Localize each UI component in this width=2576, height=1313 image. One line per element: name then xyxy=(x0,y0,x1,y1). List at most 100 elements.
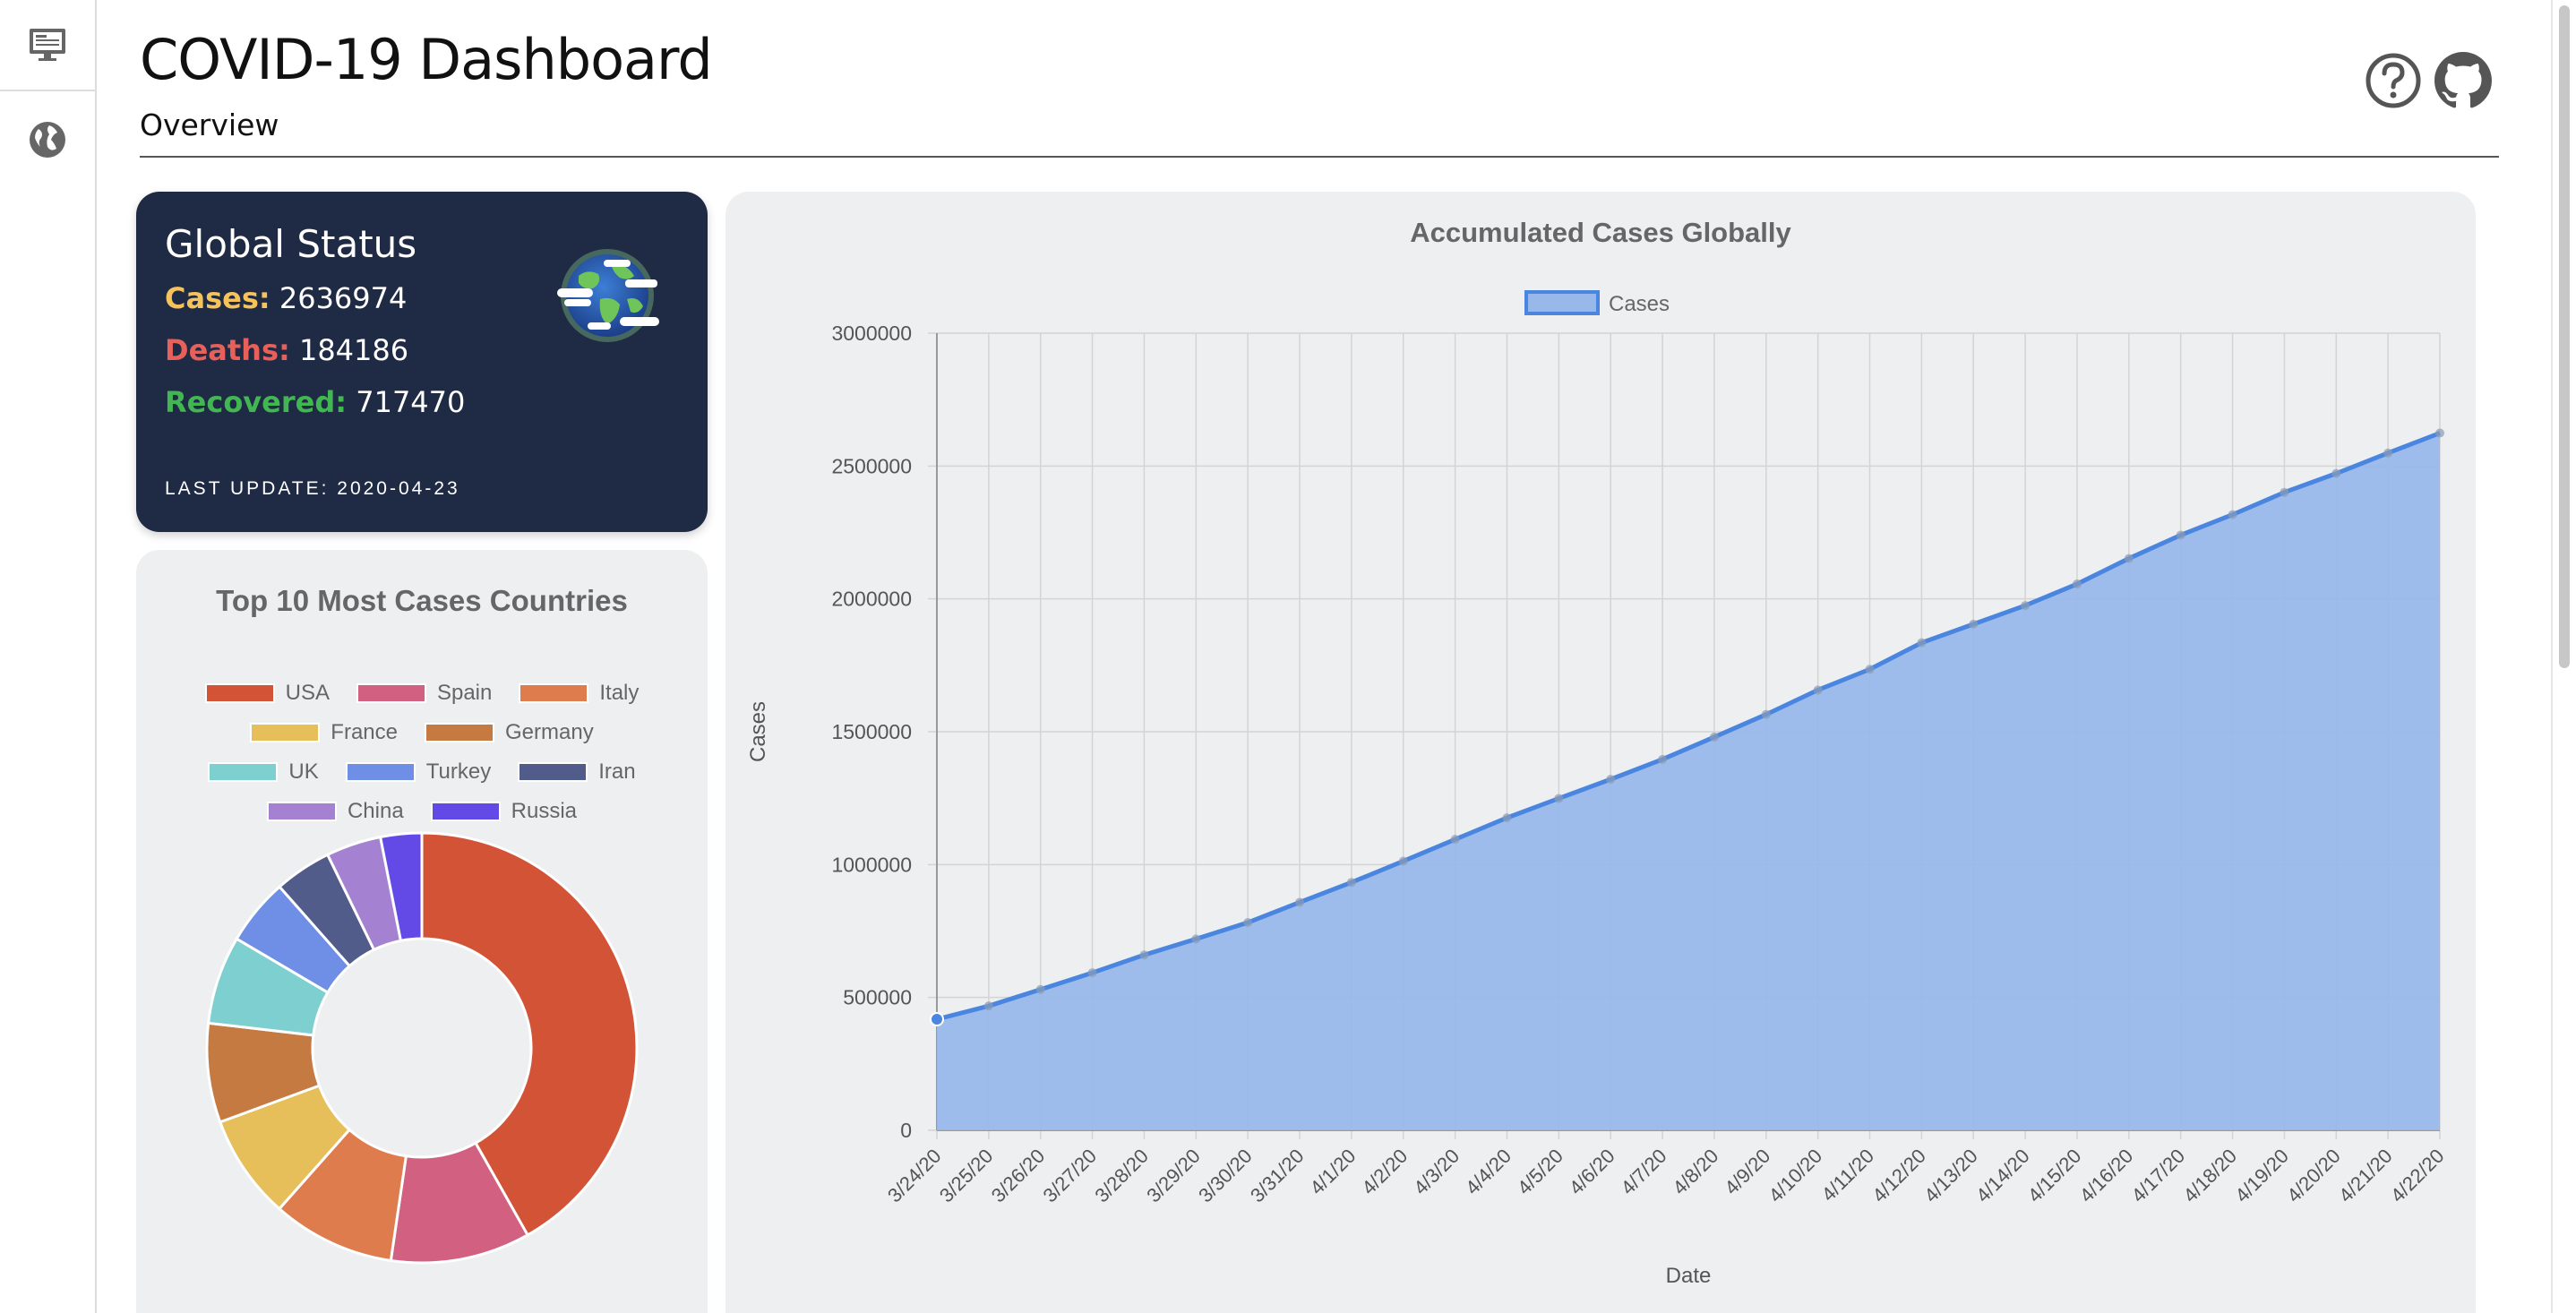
cases-point[interactable] xyxy=(1554,794,1564,803)
cases-value: 2636974 xyxy=(279,281,408,315)
cases-point[interactable] xyxy=(1709,732,1719,742)
github-icon xyxy=(2434,52,2492,108)
cases-point[interactable] xyxy=(1450,835,1460,845)
y-axis-title: Cases xyxy=(746,701,770,762)
y-tick-label: 1000000 xyxy=(831,853,912,876)
dashboard-monitor-icon xyxy=(30,29,65,61)
cases-point[interactable] xyxy=(1191,934,1201,944)
cases-point[interactable] xyxy=(1969,619,1979,629)
earth-icon xyxy=(557,249,659,342)
x-tick-label: 4/8/20 xyxy=(1669,1145,1723,1199)
github-button[interactable] xyxy=(2434,52,2492,114)
cases-point[interactable] xyxy=(1139,950,1149,960)
cases-point[interactable] xyxy=(2280,487,2289,497)
cases-point[interactable] xyxy=(2331,468,2341,478)
accumulated-cases-card: Accumulated Cases Globally Cases 0 500000 10… xyxy=(726,192,2476,1313)
x-tick-label: 4/16/20 xyxy=(2075,1145,2138,1207)
x-tick-label: 4/20/20 xyxy=(2282,1145,2345,1207)
x-tick-label: 4/5/20 xyxy=(1513,1145,1567,1199)
cases-point[interactable] xyxy=(1243,918,1253,928)
globe-icon xyxy=(30,122,65,158)
cases-point[interactable] xyxy=(2176,530,2185,540)
x-tick-label: 4/7/20 xyxy=(1617,1145,1671,1199)
cases-point[interactable] xyxy=(2124,554,2134,563)
x-tick-label: 3/25/20 xyxy=(935,1145,998,1207)
y-tick-label: 2500000 xyxy=(831,454,912,477)
header-divider xyxy=(140,156,2499,158)
page-subtitle: Overview xyxy=(140,107,279,142)
x-tick-label: 4/6/20 xyxy=(1565,1145,1619,1199)
y-tick-label: 1500000 xyxy=(831,720,912,743)
x-axis-title: Date xyxy=(1666,1264,1712,1288)
recovered-value: 717470 xyxy=(356,385,466,419)
x-tick-label: 4/18/20 xyxy=(2179,1145,2242,1207)
deaths-label: Deaths: xyxy=(165,333,290,367)
y-tick-label: 500000 xyxy=(843,986,912,1009)
cases-point[interactable] xyxy=(983,1001,993,1011)
x-tick-label: 3/30/20 xyxy=(1194,1145,1257,1207)
x-tick-label: 3/24/20 xyxy=(883,1145,946,1207)
cases-point[interactable] xyxy=(1865,665,1875,674)
cases-point[interactable] xyxy=(2435,428,2444,438)
sidebar-item-globe[interactable] xyxy=(0,95,95,185)
sidebar-item-dashboard[interactable] xyxy=(0,0,95,91)
cases-point[interactable] xyxy=(1087,968,1097,978)
deaths-stat: Deaths: 184186 xyxy=(165,333,408,367)
x-tick-label: 4/10/20 xyxy=(1765,1145,1827,1207)
cases-point[interactable] xyxy=(2021,601,2031,611)
cases-point[interactable] xyxy=(1813,685,1823,695)
y-tick-label: 2000000 xyxy=(831,588,912,611)
x-tick-label: 4/19/20 xyxy=(2230,1145,2293,1207)
last-update-text: LAST UPDATE: 2020-04-23 xyxy=(165,478,460,499)
sidebar xyxy=(0,0,97,1313)
page-title: COVID-19 Dashboard xyxy=(140,27,713,92)
cases-point[interactable] xyxy=(1398,856,1408,866)
cases-area xyxy=(937,433,2440,1131)
help-button[interactable] xyxy=(2365,52,2422,114)
x-tick-label: 4/11/20 xyxy=(1817,1145,1878,1206)
global-status-title: Global Status xyxy=(165,222,417,266)
cases-label: Cases: xyxy=(165,281,270,315)
y-tick-label: 0 xyxy=(900,1119,912,1142)
x-tick-label: 4/17/20 xyxy=(2127,1145,2190,1207)
cases-point[interactable] xyxy=(1917,638,1927,648)
x-tick-label: 3/28/20 xyxy=(1090,1145,1153,1207)
x-tick-label: 3/26/20 xyxy=(987,1145,1050,1207)
top-countries-card: Top 10 Most Cases Countries USA Spain Ital… xyxy=(136,550,708,1313)
x-tick-label: 4/13/20 xyxy=(1919,1145,1982,1207)
area-legend-swatch xyxy=(1524,290,1600,315)
cases-point[interactable] xyxy=(1502,813,1512,823)
cases-point[interactable] xyxy=(1035,984,1045,994)
help-icon xyxy=(2366,53,2421,108)
scrollbar-thumb[interactable] xyxy=(2559,5,2570,668)
cases-point[interactable] xyxy=(1295,897,1305,907)
area-chart-title: Accumulated Cases Globally xyxy=(1410,217,1791,248)
page-scrollbar[interactable] xyxy=(2551,0,2576,1313)
x-tick-label: 4/14/20 xyxy=(1971,1145,2034,1207)
pie-chart xyxy=(205,831,639,1265)
x-tick-label: 3/29/20 xyxy=(1142,1145,1205,1207)
recovered-stat: Recovered: 717470 xyxy=(165,385,465,419)
x-tick-label: 3/31/20 xyxy=(1246,1145,1309,1207)
x-tick-label: 4/3/20 xyxy=(1409,1145,1464,1199)
x-tick-label: 4/4/20 xyxy=(1461,1145,1516,1199)
cases-point[interactable] xyxy=(1346,878,1356,888)
x-tick-label: 4/12/20 xyxy=(1868,1145,1930,1207)
cases-point[interactable] xyxy=(1606,775,1616,785)
x-tick-label: 4/1/20 xyxy=(1305,1145,1360,1199)
cases-stat: Cases: 2636974 xyxy=(165,281,407,315)
recovered-label: Recovered: xyxy=(165,385,348,419)
area-legend-label[interactable]: Cases xyxy=(1609,292,1670,316)
x-tick-label: 4/2/20 xyxy=(1357,1145,1412,1199)
cases-point[interactable] xyxy=(1761,709,1771,719)
cases-point[interactable] xyxy=(1658,754,1668,764)
cases-point[interactable] xyxy=(2072,579,2082,589)
accumulated-cases-chart: Accumulated Cases Globally Cases 0 500000 10… xyxy=(746,217,2449,1288)
x-tick-label: 4/21/20 xyxy=(2334,1145,2397,1207)
cases-point[interactable] xyxy=(2228,510,2237,519)
cases-point[interactable] xyxy=(2383,448,2393,458)
deaths-value: 184186 xyxy=(298,333,409,367)
cases-point[interactable] xyxy=(930,1011,944,1026)
y-tick-label: 3000000 xyxy=(831,322,912,345)
x-tick-label: 4/22/20 xyxy=(2386,1145,2449,1207)
